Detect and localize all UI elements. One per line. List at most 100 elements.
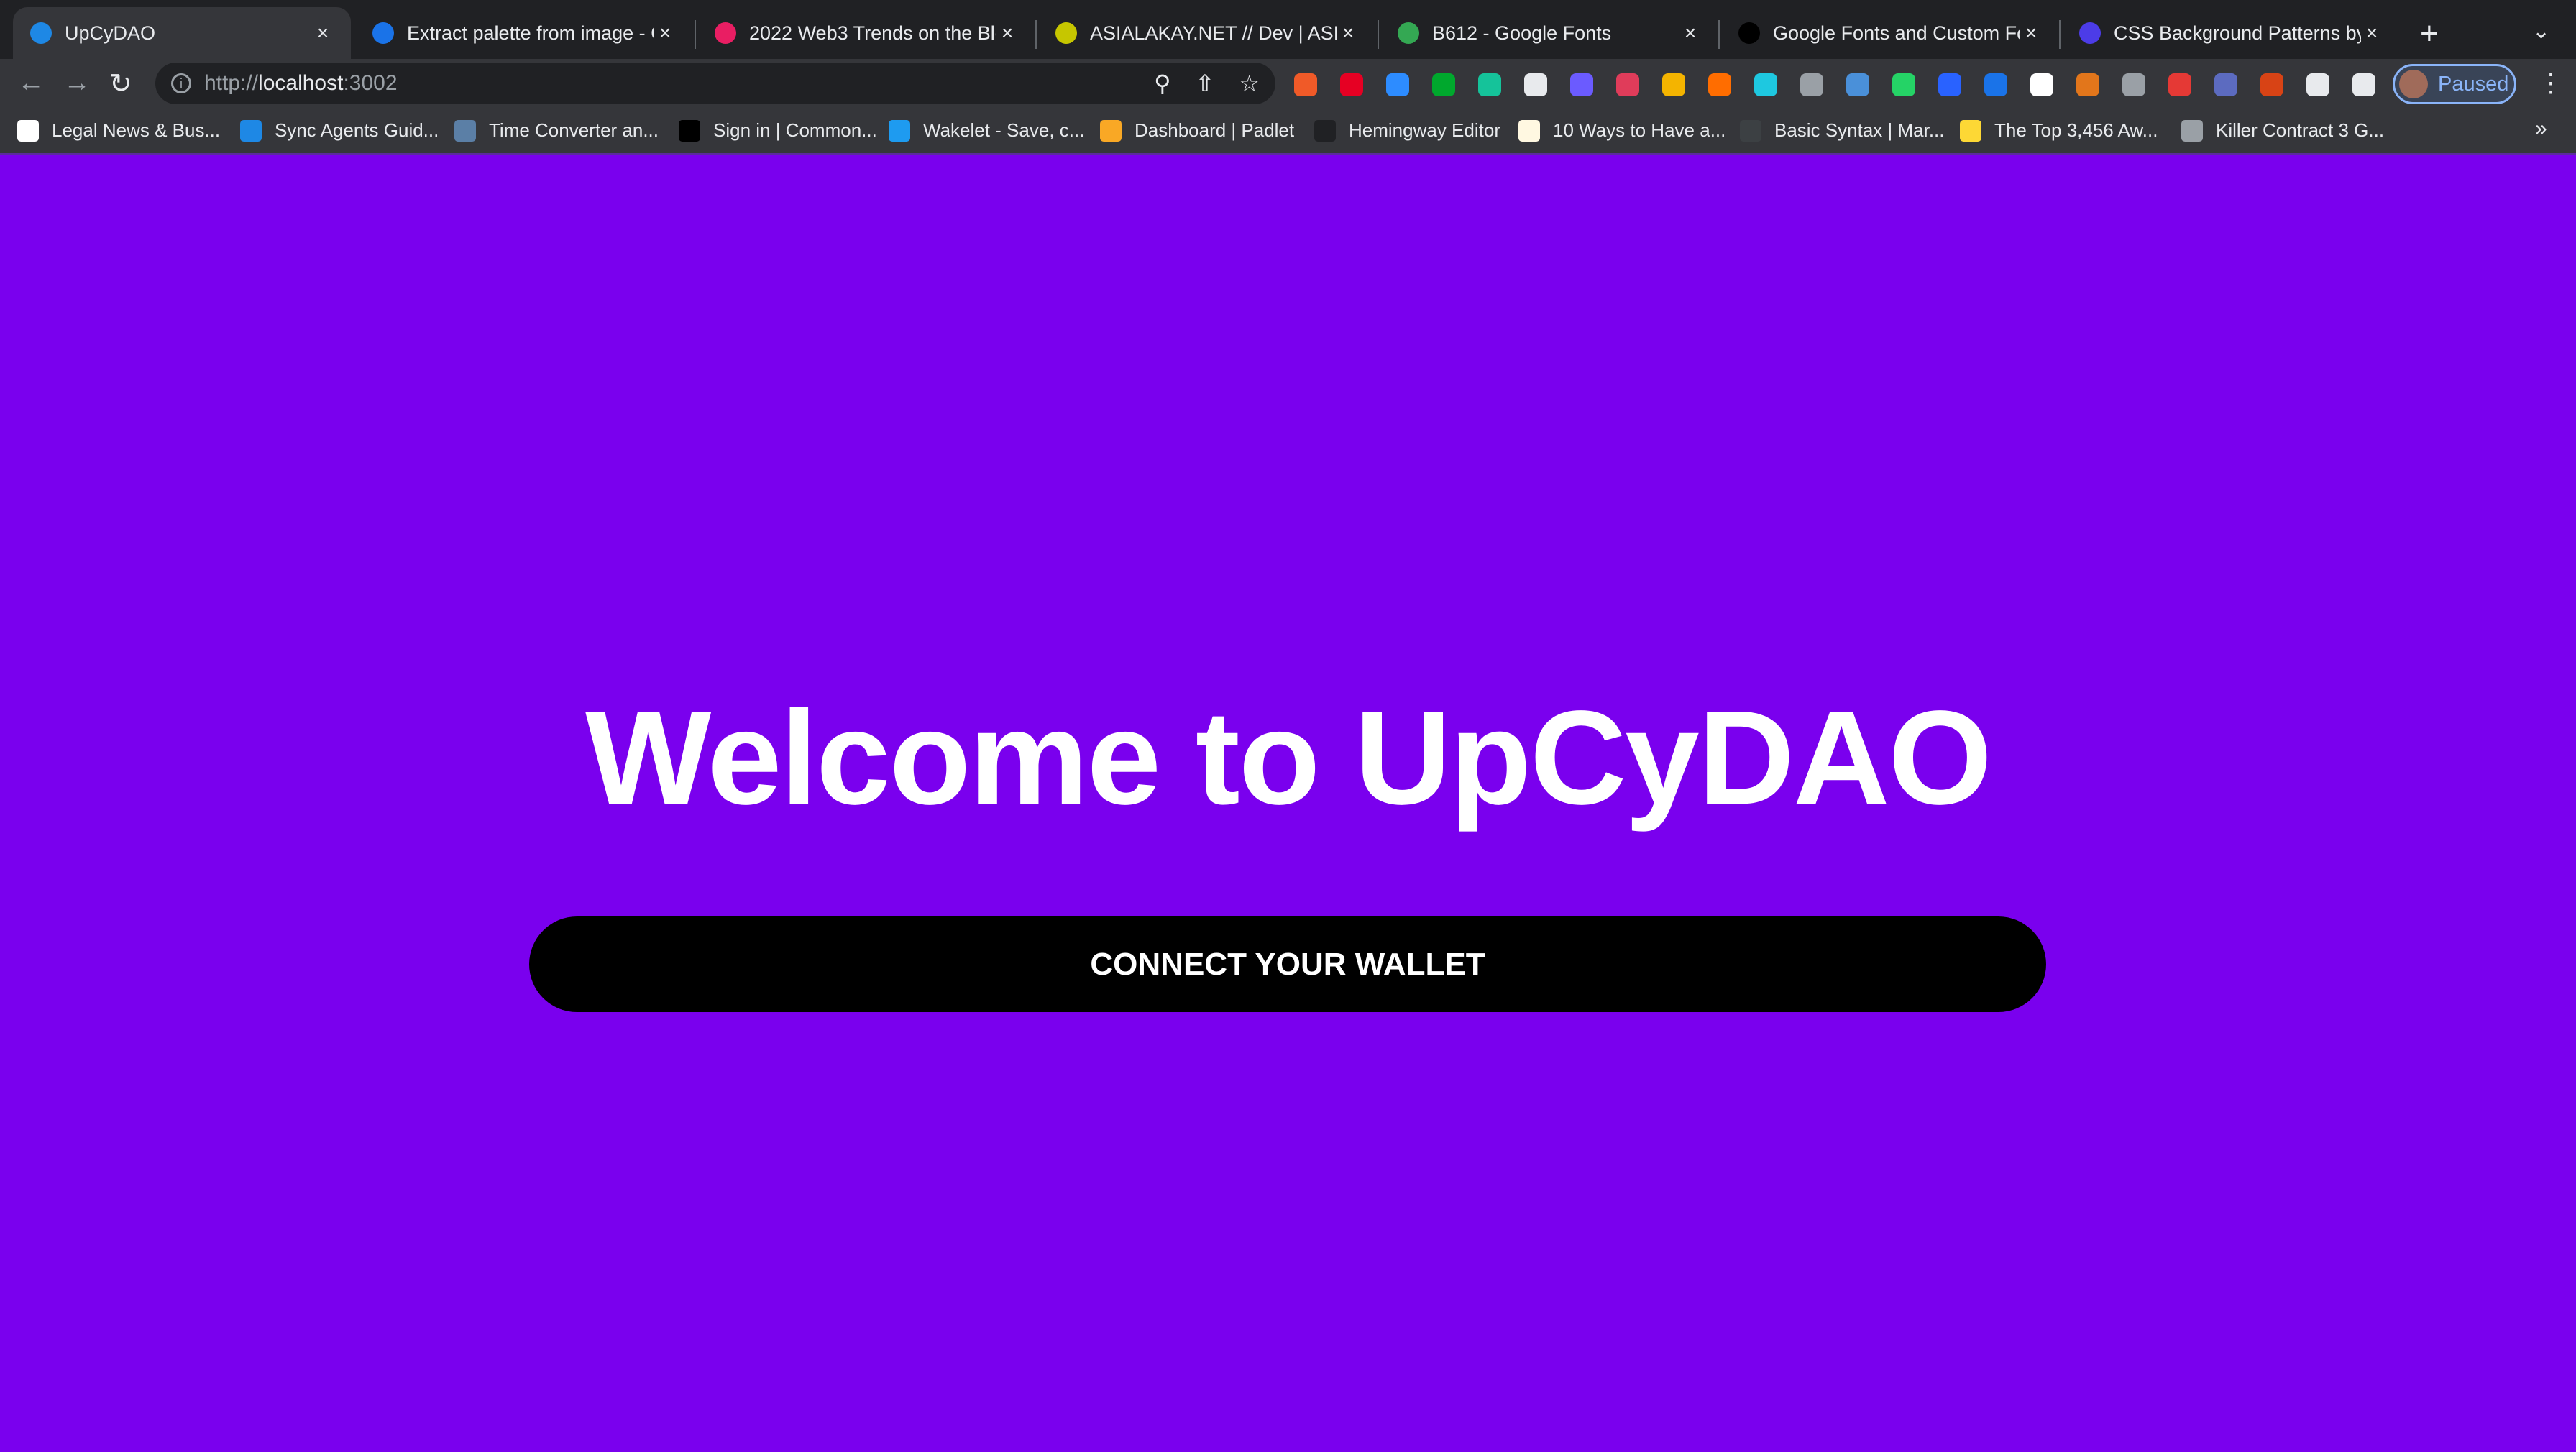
bookmark-label: Legal News & Bus... [52,119,221,141]
reload-button[interactable]: ↻ [109,68,132,100]
bookmark-favicon-icon [1740,119,1761,142]
extension-icon[interactable] [1892,73,1915,96]
extension-icon[interactable] [1938,73,1961,96]
tab[interactable]: Google Fonts and Custom Font × [1721,7,2059,59]
bookmark-item[interactable]: Basic Syntax | Mar... [1740,119,1945,142]
tab-title: Extract palette from image - Co [407,22,654,44]
url-text[interactable]: http://localhost:3002 [204,71,1129,96]
extension-icon[interactable] [1984,73,2007,96]
menu-kebab-icon[interactable]: ⋮ [2538,68,2564,98]
tab[interactable]: B612 - Google Fonts × [1380,7,1718,59]
extension-icon[interactable] [1662,73,1685,96]
extension-icon[interactable] [2030,73,2053,96]
bookmark-label: The Top 3,456 Aw... [1994,119,2158,141]
bookmark-favicon-icon [2181,119,2203,142]
extension-icon[interactable] [1478,73,1501,96]
bookmark-item[interactable]: Hemingway Editor [1314,119,1500,142]
extension-icon[interactable] [2260,73,2283,96]
bookmark-favicon-icon [1518,119,1540,142]
bookmark-item[interactable]: Dashboard | Padlet [1100,119,1294,142]
address-bar[interactable]: i http://localhost:3002 ⚲ ⇧ ☆ [155,63,1275,104]
new-tab-button[interactable]: + [2420,16,2439,52]
extension-icon[interactable] [2306,73,2329,96]
tab-title: UpCyDAO [65,22,156,44]
tab[interactable]: ASIALAKAY.NET // Dev | ASIAL × [1038,7,1376,59]
tab[interactable]: 2022 Web3 Trends on the Bloc × [697,7,1035,59]
bookmark-item[interactable]: 10 Ways to Have a... [1518,119,1725,142]
tab-close-icon[interactable]: × [2020,22,2042,45]
tab-close-icon[interactable]: × [312,22,334,45]
tab-close-icon[interactable]: × [2361,22,2383,45]
tab-title: 2022 Web3 Trends on the Bloc [749,22,996,44]
tab-close-icon[interactable]: × [1679,22,1701,45]
page-content: Welcome to UpCyDAO CONNECT YOUR WALLET [0,157,2576,1452]
tab-separator [1378,20,1379,49]
forward-button[interactable]: → [63,68,91,98]
tab-close-icon[interactable]: × [654,22,676,45]
extension-icon[interactable] [1340,73,1363,96]
extension-icon[interactable] [1294,73,1317,96]
bookmark-label: Sync Agents Guid... [275,119,439,141]
share-icon[interactable]: ⇧ [1196,70,1215,97]
avatar [2399,70,2428,98]
tab[interactable]: CSS Background Patterns by M × [2062,7,2400,59]
extension-icon[interactable] [1386,73,1409,96]
tab[interactable]: Extract palette from image - Co × [355,7,693,59]
back-button[interactable]: ← [17,68,45,98]
extension-icon[interactable] [1524,73,1547,96]
bookmark-label: Hemingway Editor [1349,119,1500,141]
bookmark-favicon-icon [454,119,476,142]
tab-favicon-icon [30,22,52,44]
extension-icon[interactable] [2352,73,2375,96]
tab-favicon-icon [1398,22,1419,44]
bookmark-label: 10 Ways to Have a... [1553,119,1726,141]
bookmark-item[interactable]: Killer Contract 3 G... [2181,119,2384,142]
tab[interactable]: UpCyDAO × [13,7,351,59]
tab-favicon-icon [372,22,394,44]
zoom-icon[interactable]: ⚲ [1154,70,1170,97]
tab-favicon-icon [1738,22,1760,44]
extension-icon[interactable] [1432,73,1455,96]
bookmark-favicon-icon [17,119,39,142]
profile-button[interactable]: Paused [2393,64,2516,104]
extension-icon[interactable] [1570,73,1593,96]
bookmark-star-icon[interactable]: ☆ [1239,70,1260,97]
extension-icon[interactable] [2076,73,2099,96]
bookmark-label: Basic Syntax | Mar... [1774,119,1945,141]
bookmark-item[interactable]: Wakelet - Save, c... [889,119,1084,142]
page-title: Welcome to UpCyDAO [585,684,1992,832]
bookmark-label: Wakelet - Save, c... [923,119,1085,141]
browser-toolbar: ← → ↻ i http://localhost:3002 ⚲ ⇧ ☆ Paus… [0,59,2576,109]
bookmark-item[interactable]: Sign in | Common... [679,119,877,142]
tab-title: CSS Background Patterns by M [2114,22,2361,44]
extension-icon[interactable] [2214,73,2237,96]
tab-close-icon[interactable]: × [1337,22,1359,45]
tab-title: Google Fonts and Custom Font [1773,22,2020,44]
tab-separator [1035,20,1037,49]
extension-icon[interactable] [1616,73,1639,96]
tab-favicon-icon [1055,22,1077,44]
tab-title: B612 - Google Fonts [1432,22,1612,44]
site-info-icon[interactable]: i [171,73,191,93]
tab-search-chevron-icon[interactable]: ⌄ [2532,19,2550,44]
bookmark-item[interactable]: The Top 3,456 Aw... [1960,119,2158,142]
extension-icon[interactable] [1754,73,1777,96]
bookmark-label: Time Converter an... [489,119,659,141]
bookmark-favicon-icon [1960,119,1981,142]
bookmark-item[interactable]: Legal News & Bus... [17,119,220,142]
extension-icon[interactable] [1708,73,1731,96]
bookmarks-bar: » Legal News & Bus... Sync Agents Guid...… [0,109,2576,155]
extension-icon[interactable] [1846,73,1869,96]
bookmark-favicon-icon [1314,119,1336,142]
tab-close-icon[interactable]: × [996,22,1018,45]
extension-icon[interactable] [2168,73,2191,96]
extension-icon[interactable] [1800,73,1823,96]
bookmark-item[interactable]: Time Converter an... [454,119,659,142]
extension-icon[interactable] [2122,73,2145,96]
bookmark-label: Killer Contract 3 G... [2216,119,2385,141]
more-bookmarks-icon[interactable]: » [2535,116,2547,141]
tab-strip: + ⌄ UpCyDAO × Extract palette from image -… [0,0,2576,59]
bookmark-item[interactable]: Sync Agents Guid... [240,119,439,142]
bookmark-favicon-icon [240,119,262,142]
connect-wallet-button[interactable]: CONNECT YOUR WALLET [529,916,2046,1012]
